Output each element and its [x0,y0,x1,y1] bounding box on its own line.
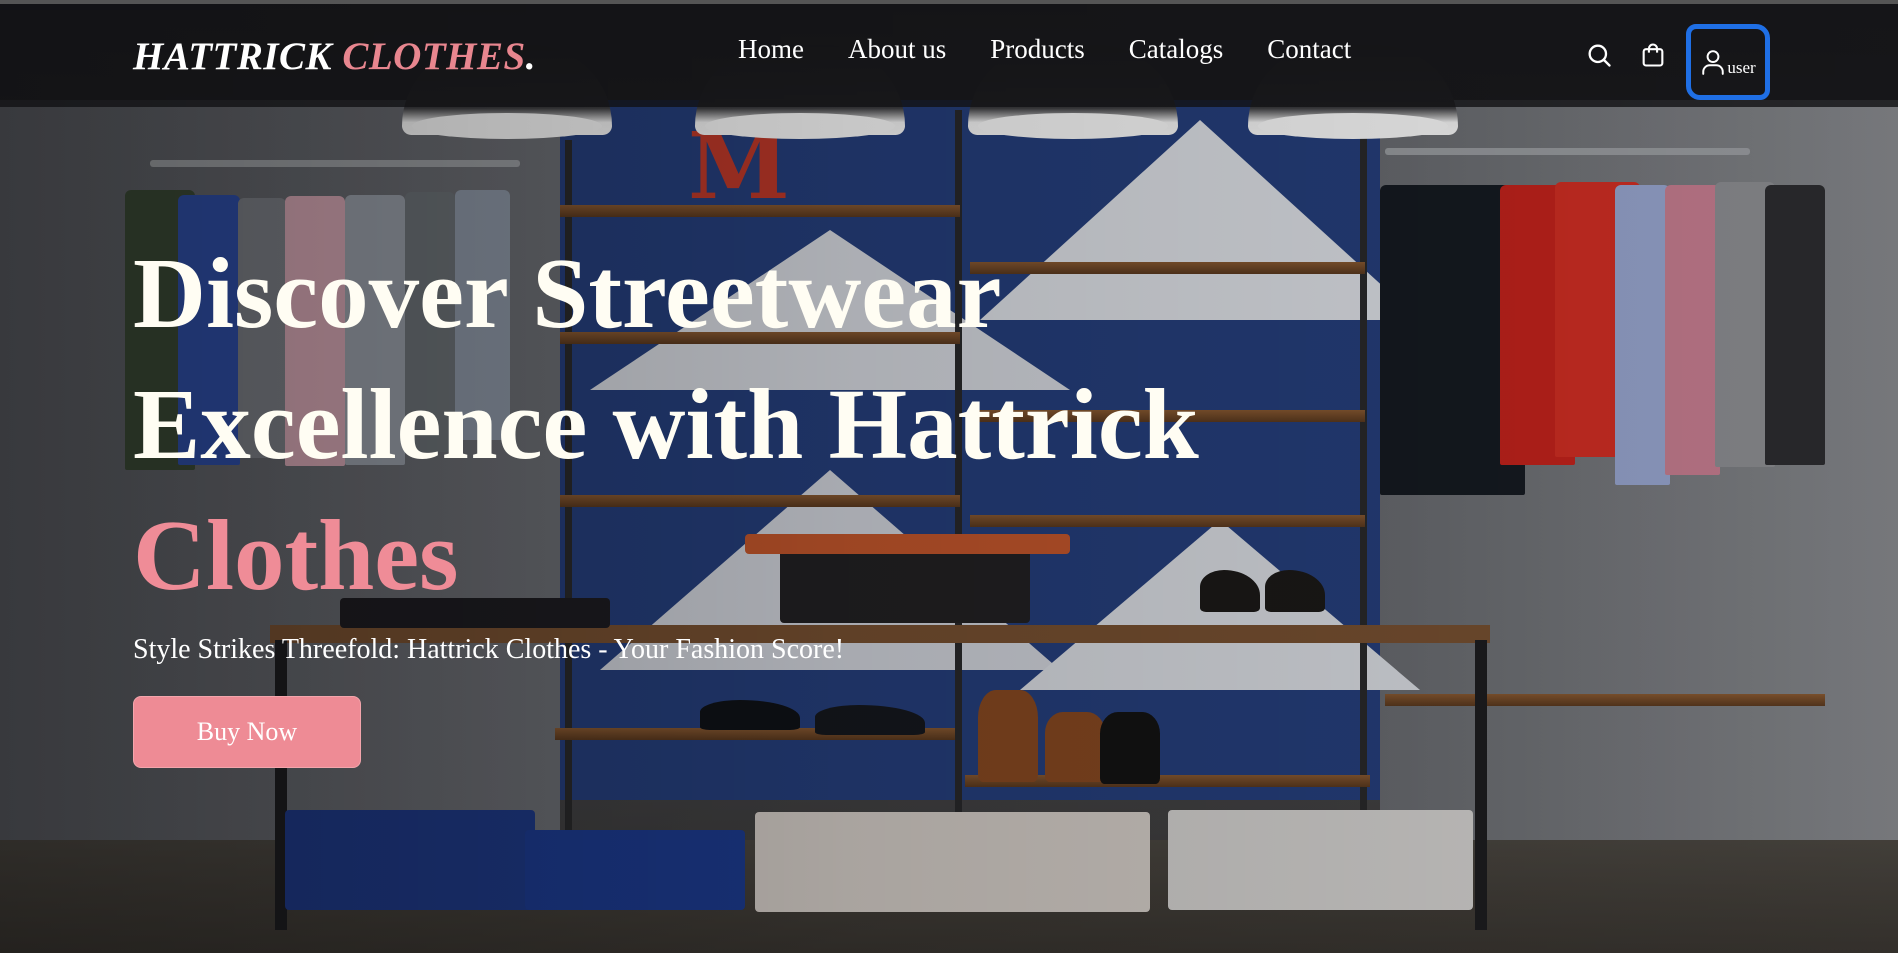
nav-contact[interactable]: Contact [1267,34,1351,65]
hero-headline: Discover Streetwear Excellence with Hatt… [133,228,1233,621]
hero-tagline: Style Strikes Threefold: Hattrick Clothe… [133,634,845,665]
header-actions [1582,38,1698,72]
nav-about-us[interactable]: About us [848,34,946,65]
search-button[interactable] [1582,38,1616,72]
nav-products[interactable]: Products [990,34,1085,65]
headline-line-2: Excellence with Hattrick [133,368,1199,480]
brand-accent: CLOTHES [342,35,526,78]
nav-home[interactable]: Home [738,34,804,65]
top-navbar: HATTRICK CLOTHES. Home About us Products… [0,0,1898,107]
user-icon [1702,50,1725,75]
search-icon [1588,44,1611,67]
buy-now-button[interactable]: Buy Now [133,696,361,768]
brand-logo[interactable]: HATTRICK CLOTHES. [133,34,536,79]
shopping-bag-icon [1642,43,1664,67]
brand-suffix: . [525,35,536,78]
user-label: user [1727,58,1756,77]
nav-catalogs[interactable]: Catalogs [1129,34,1224,65]
headline-accent: Clothes [133,499,459,611]
brand-name: HATTRICK [133,35,333,78]
main-menu: Home About us Products Catalogs Contact [738,34,1351,65]
headline-line-1: Discover Streetwear [133,237,1002,349]
cart-button[interactable] [1636,38,1670,72]
user-account-button[interactable]: user [1686,24,1770,100]
